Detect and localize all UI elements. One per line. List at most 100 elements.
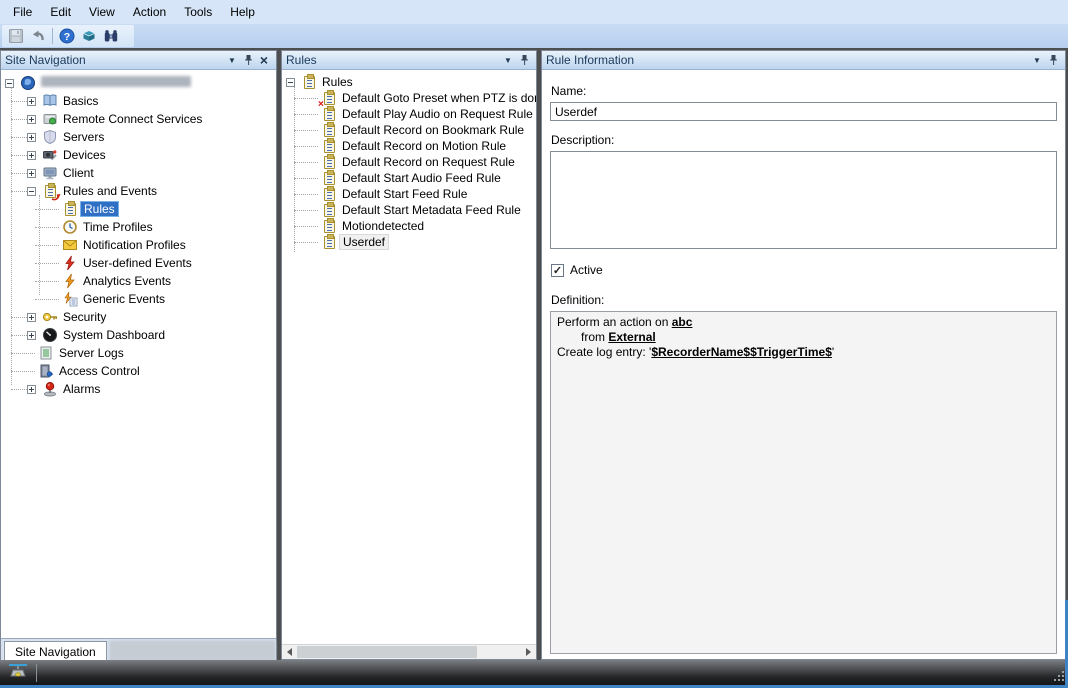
panel-menu-button[interactable]: ▼ [224,53,240,68]
sidebar-item-devices[interactable]: Devices [1,146,276,164]
sidebar-item-site-root[interactable] [1,74,276,92]
description-input[interactable] [550,151,1057,249]
help-button[interactable]: ? [56,26,78,46]
rules-title: Rules [286,53,500,67]
sidebar-item-system-dashboard[interactable]: System Dashboard [1,326,276,344]
expand-icon[interactable] [27,115,36,124]
rule-item[interactable]: Motiondetected [282,218,536,234]
rule-item[interactable]: Default Record on Bookmark Rule [282,122,536,138]
rule-item[interactable]: Default Record on Request Rule [282,154,536,170]
scrollbar-thumb[interactable] [297,646,477,658]
sidebar-item-remote-connect-services[interactable]: Remote Connect Services [1,110,276,128]
rule-information-panel: Rule Information ▼ Name: Description: Ac… [541,50,1066,660]
panel-menu-button[interactable]: ▼ [500,53,516,68]
rule-item[interactable]: Default Start Audio Feed Rule [282,170,536,186]
undo-button[interactable] [27,26,49,46]
book-icon [81,28,97,44]
rules-icon [62,201,78,217]
definition-link-external[interactable]: External [608,330,655,344]
sidebar-item-servers[interactable]: Servers [1,128,276,146]
expand-icon[interactable] [27,133,36,142]
panel-menu-button[interactable]: ▼ [1029,53,1045,68]
statusbar-divider [36,664,37,682]
expand-icon[interactable] [27,313,36,322]
rule-information-header: Rule Information ▼ [542,51,1065,70]
definition-link-abc[interactable]: abc [672,315,693,329]
expand-icon[interactable] [27,151,36,160]
rules-root[interactable]: Rules [282,74,536,90]
expand-icon[interactable] [27,97,36,106]
door-key-icon [38,363,54,379]
rule-item[interactable]: Default Record on Motion Rule [282,138,536,154]
menu-view[interactable]: View [80,2,124,22]
menu-file[interactable]: File [4,2,41,22]
expand-icon[interactable] [27,385,36,394]
pin-icon[interactable] [1045,53,1061,68]
sidebar-item-access-control[interactable]: Access Control [1,362,276,380]
tree-guide [11,87,12,385]
rule-icon [321,234,337,250]
menu-action[interactable]: Action [124,2,175,22]
save-button[interactable] [5,26,27,46]
log-document-icon [38,345,54,361]
rule-item[interactable]: × Default Goto Preset when PTZ is don [282,90,536,106]
status-bar [0,660,1068,688]
tab-redacted[interactable] [110,641,275,662]
close-icon[interactable]: × [256,53,272,68]
definition-link-log-entry[interactable]: $RecorderName$$TriggerTime$ [651,345,832,359]
sidebar-item-alarms[interactable]: Alarms [1,380,276,398]
sidebar-item-notification-profiles[interactable]: Notification Profiles [1,236,276,254]
devices-icon [42,147,58,163]
tab-site-navigation[interactable]: Site Navigation [4,641,107,662]
definition-label: Definition: [551,293,1057,307]
sidebar-item-rules-and-events[interactable]: Rules and Events [1,182,276,200]
rule-item[interactable]: Default Start Feed Rule [282,186,536,202]
sidebar-item-basics[interactable]: Basics [1,92,276,110]
toolbar-group: ? [2,25,134,47]
collapse-icon[interactable] [286,78,295,87]
horizontal-scrollbar[interactable] [282,644,536,659]
rule-icon [321,218,337,234]
rule-item[interactable]: Default Start Metadata Feed Rule [282,202,536,218]
definition-line: Create log entry: '$RecorderName$$Trigge… [557,345,1050,360]
servers-icon [42,129,58,145]
menu-help[interactable]: Help [221,2,264,22]
binoculars-icon [103,28,119,44]
toolbar: ? [0,24,1068,48]
scroll-right-button[interactable] [521,645,536,659]
sidebar-item-analytics-events[interactable]: Analytics Events [1,272,276,290]
menu-tools[interactable]: Tools [175,2,221,22]
rule-item-userdef[interactable]: Userdef [282,234,536,250]
key-icon [42,309,58,325]
rules-panel: Rules ▼ Rules × Default Goto Preset when… [281,50,537,660]
resize-grip-icon[interactable] [1054,671,1064,681]
rule-icon [321,138,337,154]
rule-item[interactable]: Default Play Audio on Request Rule [282,106,536,122]
scroll-left-button[interactable] [282,645,297,659]
active-checkbox[interactable] [551,264,564,277]
collapse-icon[interactable] [27,187,36,196]
sidebar-item-security[interactable]: Security [1,308,276,326]
sidebar-item-generic-events[interactable]: Generic Events [1,290,276,308]
sidebar-item-client[interactable]: Client [1,164,276,182]
sidebar-item-server-logs[interactable]: Server Logs [1,344,276,362]
documentation-button[interactable] [78,26,100,46]
expand-icon[interactable] [27,169,36,178]
main-area: Site Navigation ▼ × Basics [0,48,1068,660]
find-button[interactable] [100,26,122,46]
clock-icon [62,219,78,235]
rule-disabled-icon: × [321,90,337,106]
collapse-icon[interactable] [5,79,14,88]
sidebar-item-time-profiles[interactable]: Time Profiles [1,218,276,236]
rule-icon [321,186,337,202]
pin-icon[interactable] [516,53,532,68]
sidebar-item-user-defined-events[interactable]: User-defined Events [1,254,276,272]
site-navigation-tabbar: Site Navigation [1,638,276,662]
menu-edit[interactable]: Edit [41,2,80,22]
sidebar-item-rules[interactable]: Rules [1,200,276,218]
rule-information-title: Rule Information [546,53,1029,67]
pin-icon[interactable] [240,53,256,68]
gauge-icon [42,327,58,343]
name-input[interactable] [550,102,1057,121]
expand-icon[interactable] [27,331,36,340]
